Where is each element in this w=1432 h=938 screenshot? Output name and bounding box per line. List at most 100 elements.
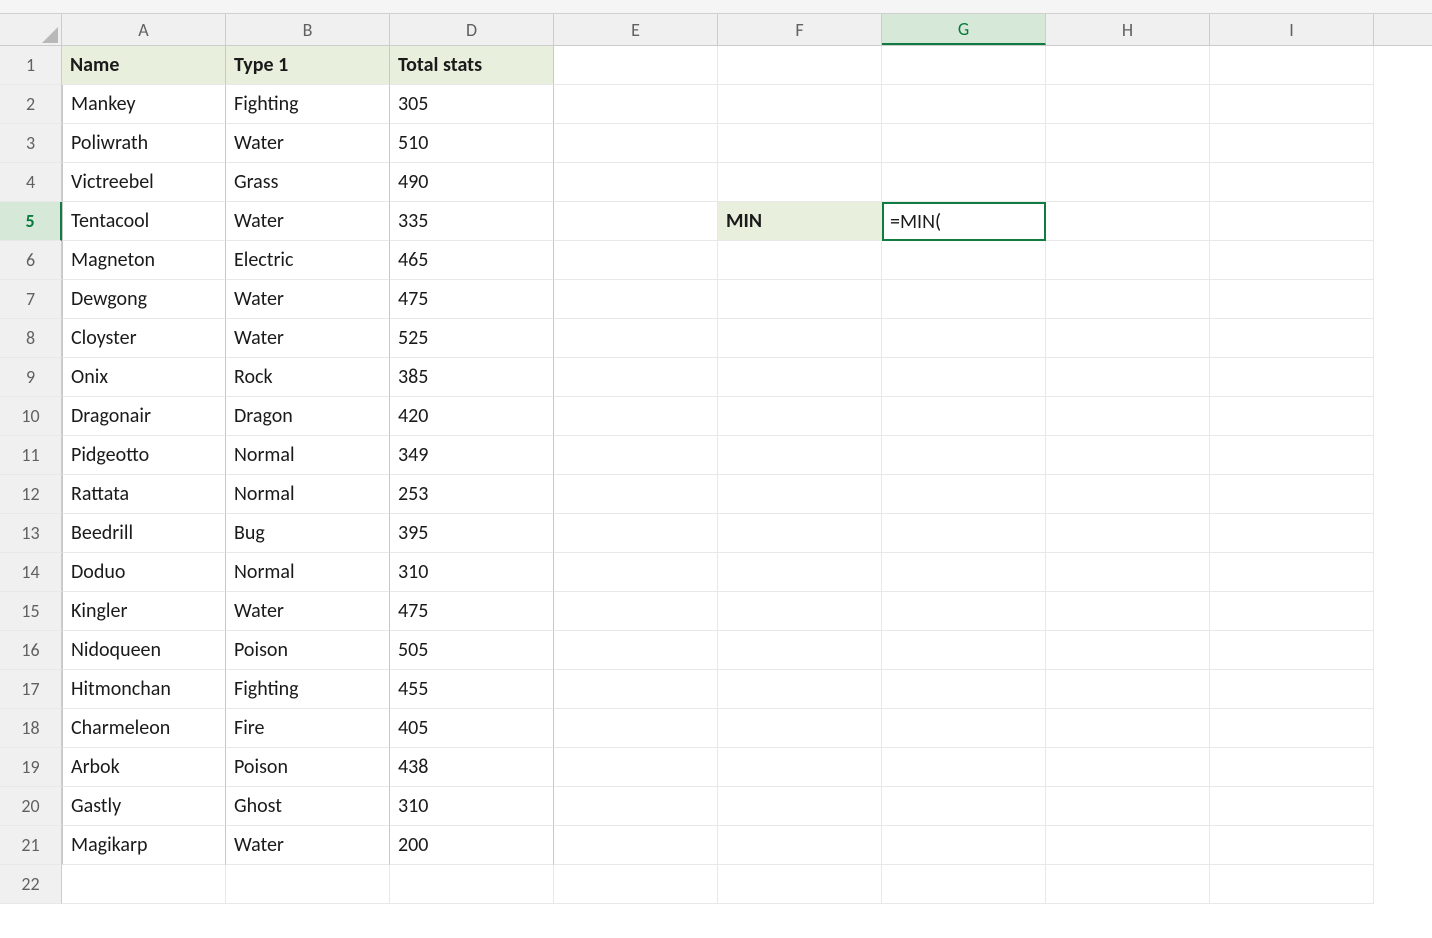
cell-E20[interactable] [554,787,718,826]
cell-B4[interactable]: Grass [226,163,390,202]
cell-I14[interactable] [1210,553,1374,592]
cell-A22[interactable] [62,865,226,904]
column-header-H[interactable]: H [1046,14,1210,45]
cell-D1[interactable]: Total stats [390,46,554,85]
cell-F16[interactable] [718,631,882,670]
row-header-12[interactable]: 12 [0,475,62,514]
cell-D10[interactable]: 420 [390,397,554,436]
cell-F18[interactable] [718,709,882,748]
cell-I8[interactable] [1210,319,1374,358]
cell-E7[interactable] [554,280,718,319]
row-header-8[interactable]: 8 [0,319,62,358]
row-header-13[interactable]: 13 [0,514,62,553]
cell-B3[interactable]: Water [226,124,390,163]
cell-I13[interactable] [1210,514,1374,553]
cell-A6[interactable]: Magneton [62,241,226,280]
cell-B9[interactable]: Rock [226,358,390,397]
cell-D13[interactable]: 395 [390,514,554,553]
cell-H19[interactable] [1046,748,1210,787]
cell-H12[interactable] [1046,475,1210,514]
cell-G3[interactable] [882,124,1046,163]
cell-G16[interactable] [882,631,1046,670]
row-header-2[interactable]: 2 [0,85,62,124]
cell-A4[interactable]: Victreebel [62,163,226,202]
cell-H2[interactable] [1046,85,1210,124]
cell-D19[interactable]: 438 [390,748,554,787]
cell-B1[interactable]: Type 1 [226,46,390,85]
cell-D9[interactable]: 385 [390,358,554,397]
cell-A10[interactable]: Dragonair [62,397,226,436]
column-header-B[interactable]: B [226,14,390,45]
cell-B13[interactable]: Bug [226,514,390,553]
column-header-E[interactable]: E [554,14,718,45]
row-header-15[interactable]: 15 [0,592,62,631]
cell-D16[interactable]: 505 [390,631,554,670]
cell-B5[interactable]: Water [226,202,390,241]
row-header-6[interactable]: 6 [0,241,62,280]
cell-G1[interactable] [882,46,1046,85]
cell-A13[interactable]: Beedrill [62,514,226,553]
cell-G8[interactable] [882,319,1046,358]
cell-G19[interactable] [882,748,1046,787]
cell-H6[interactable] [1046,241,1210,280]
cell-G11[interactable] [882,436,1046,475]
cell-D18[interactable]: 405 [390,709,554,748]
cell-D6[interactable]: 465 [390,241,554,280]
cell-D20[interactable]: 310 [390,787,554,826]
cell-A20[interactable]: Gastly [62,787,226,826]
row-header-20[interactable]: 20 [0,787,62,826]
row-header-19[interactable]: 19 [0,748,62,787]
column-header-I[interactable]: I [1210,14,1374,45]
cell-G12[interactable] [882,475,1046,514]
cell-B11[interactable]: Normal [226,436,390,475]
cell-B2[interactable]: Fighting [226,85,390,124]
row-header-4[interactable]: 4 [0,163,62,202]
cell-A14[interactable]: Doduo [62,553,226,592]
row-header-7[interactable]: 7 [0,280,62,319]
row-header-21[interactable]: 21 [0,826,62,865]
cell-A3[interactable]: Poliwrath [62,124,226,163]
cell-I21[interactable] [1210,826,1374,865]
cell-H14[interactable] [1046,553,1210,592]
cell-G22[interactable] [882,865,1046,904]
cell-I17[interactable] [1210,670,1374,709]
cell-A7[interactable]: Dewgong [62,280,226,319]
cell-I20[interactable] [1210,787,1374,826]
cell-H10[interactable] [1046,397,1210,436]
cell-G2[interactable] [882,85,1046,124]
row-header-11[interactable]: 11 [0,436,62,475]
cell-E21[interactable] [554,826,718,865]
cell-H16[interactable] [1046,631,1210,670]
cell-A16[interactable]: Nidoqueen [62,631,226,670]
cell-D21[interactable]: 200 [390,826,554,865]
cell-F3[interactable] [718,124,882,163]
cell-I19[interactable] [1210,748,1374,787]
cell-A18[interactable]: Charmeleon [62,709,226,748]
cell-F22[interactable] [718,865,882,904]
cell-A9[interactable]: Onix [62,358,226,397]
cell-B10[interactable]: Dragon [226,397,390,436]
cell-I16[interactable] [1210,631,1374,670]
cell-E10[interactable] [554,397,718,436]
cell-I12[interactable] [1210,475,1374,514]
cell-B17[interactable]: Fighting [226,670,390,709]
cell-E18[interactable] [554,709,718,748]
cell-F8[interactable] [718,319,882,358]
cell-E3[interactable] [554,124,718,163]
cell-D15[interactable]: 475 [390,592,554,631]
cell-F6[interactable] [718,241,882,280]
cell-E11[interactable] [554,436,718,475]
cell-E9[interactable] [554,358,718,397]
cell-G9[interactable] [882,358,1046,397]
cell-I11[interactable] [1210,436,1374,475]
cell-I2[interactable] [1210,85,1374,124]
cell-D3[interactable]: 510 [390,124,554,163]
row-header-9[interactable]: 9 [0,358,62,397]
cell-G13[interactable] [882,514,1046,553]
column-header-G[interactable]: G [882,14,1046,45]
cell-A17[interactable]: Hitmonchan [62,670,226,709]
cell-B8[interactable]: Water [226,319,390,358]
cell-D12[interactable]: 253 [390,475,554,514]
cell-I18[interactable] [1210,709,1374,748]
cell-F17[interactable] [718,670,882,709]
